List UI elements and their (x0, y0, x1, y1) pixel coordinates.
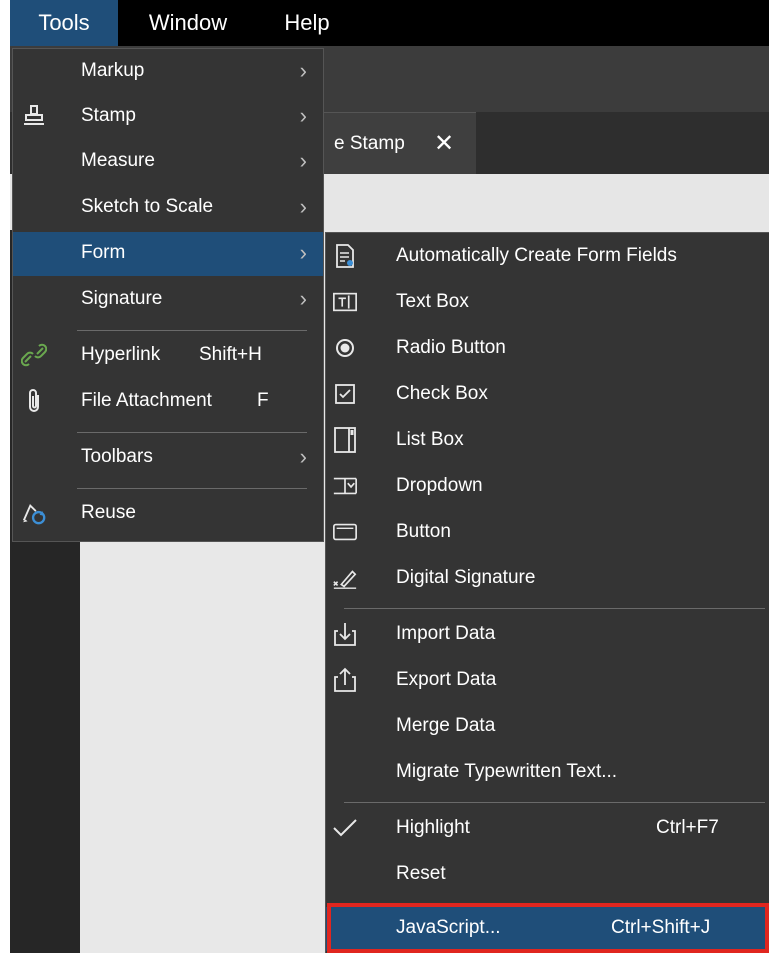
menu-item-label: Stamp (81, 105, 136, 126)
tools-item-signature[interactable]: Signature › (13, 278, 323, 322)
form-item-text-box[interactable]: Text Box (326, 281, 769, 325)
form-item-radio-button[interactable]: Radio Button (326, 327, 769, 371)
tools-menu: Markup › Stamp › Measure › Sketch to Sca… (12, 48, 324, 542)
chevron-right-icon: › (299, 194, 307, 219)
menu-item-label: Sketch to Scale (81, 196, 214, 217)
form-item-button[interactable]: Button (326, 511, 769, 555)
menu-item-label: Form (81, 242, 126, 263)
listbox-icon (332, 426, 358, 454)
menu-item-label: Toolbars (81, 446, 153, 467)
menu-item-label: Text Box (396, 291, 469, 312)
button-icon (332, 518, 358, 546)
tools-item-hyperlink[interactable]: Hyperlink Shift+H (13, 334, 323, 378)
menu-item-label: Import Data (396, 623, 496, 644)
menu-item-label: Reset (396, 863, 446, 884)
menu-divider (77, 330, 307, 331)
form-item-list-box[interactable]: List Box (326, 419, 769, 463)
menu-item-label: List Box (396, 429, 464, 450)
checkbox-icon (332, 380, 358, 408)
link-icon (21, 341, 47, 369)
menu-item-label: Check Box (396, 383, 488, 404)
tools-item-markup[interactable]: Markup › (13, 50, 323, 94)
menu-item-label: Merge Data (396, 715, 496, 736)
chevron-right-icon: › (299, 240, 307, 265)
tools-item-toolbars[interactable]: Toolbars › (13, 436, 323, 480)
chevron-right-icon: › (299, 148, 307, 173)
menu-item-label: Button (396, 521, 451, 542)
tools-item-form[interactable]: Form › (13, 232, 323, 276)
menu-tools[interactable]: Tools (10, 0, 118, 46)
menu-item-label: Export Data (396, 669, 497, 690)
menu-divider (77, 488, 307, 489)
tools-item-reuse[interactable]: Reuse (13, 492, 323, 536)
menu-bar: Tools Window Help (10, 0, 769, 46)
shortcut-label: Ctrl+F7 (656, 817, 719, 838)
menu-item-label: File Attachment (81, 390, 212, 411)
close-icon[interactable]: ✕ (434, 129, 454, 158)
menu-divider (77, 432, 307, 433)
export-icon (332, 666, 358, 694)
tab-label: e Stamp (334, 133, 405, 154)
signature-icon (332, 564, 358, 592)
tools-item-stamp[interactable]: Stamp › (13, 95, 323, 139)
form-submenu: Automatically Create Form Fields Text Bo… (325, 232, 769, 953)
menu-item-label: Signature (81, 288, 163, 309)
tools-item-measure[interactable]: Measure › (13, 140, 323, 184)
tools-item-file-attachment[interactable]: File Attachment F (13, 380, 323, 424)
form-item-auto-create[interactable]: Automatically Create Form Fields (326, 235, 769, 279)
textbox-icon (332, 288, 358, 316)
import-icon (332, 620, 358, 648)
form-item-highlight[interactable]: Highlight Ctrl+F7 (326, 807, 769, 851)
chevron-right-icon: › (299, 286, 307, 311)
menu-item-label: Reuse (81, 502, 136, 523)
chevron-right-icon: › (299, 444, 307, 469)
form-item-digital-signature[interactable]: Digital Signature (326, 557, 769, 601)
form-item-migrate-typewritten-text[interactable]: Migrate Typewritten Text... (326, 751, 769, 795)
menu-help[interactable]: Help (272, 0, 342, 46)
tab-stamp[interactable]: e Stamp ✕ (316, 112, 476, 175)
shortcut-label: Shift+H (199, 344, 262, 365)
menu-item-label: Migrate Typewritten Text... (396, 761, 618, 782)
dropdown-icon (332, 472, 358, 500)
menu-window[interactable]: Window (128, 0, 248, 46)
auto-form-icon (332, 242, 358, 270)
chevron-right-icon: › (299, 103, 307, 128)
menu-item-label: Markup (81, 60, 145, 81)
chevron-right-icon: › (299, 58, 307, 83)
reuse-icon (21, 499, 47, 527)
radio-icon (332, 334, 358, 362)
form-item-export-data[interactable]: Export Data (326, 659, 769, 703)
form-item-dropdown[interactable]: Dropdown (326, 465, 769, 509)
form-item-check-box[interactable]: Check Box (326, 373, 769, 417)
form-item-reset[interactable]: Reset (326, 853, 769, 897)
highlight-callout-box (327, 903, 769, 953)
menu-item-label: Hyperlink (81, 344, 161, 365)
menu-item-label: Automatically Create Form Fields (396, 245, 677, 266)
menu-item-label: Measure (81, 150, 155, 171)
tools-item-sketch-to-scale[interactable]: Sketch to Scale › (13, 186, 323, 230)
stamp-icon (21, 102, 47, 130)
menu-item-label: Highlight (396, 817, 470, 838)
menu-item-label: Radio Button (396, 337, 506, 358)
form-item-import-data[interactable]: Import Data (326, 613, 769, 657)
menu-divider (344, 608, 765, 609)
menu-item-label: Digital Signature (396, 567, 536, 588)
menu-item-label: Dropdown (396, 475, 483, 496)
shortcut-label: F (257, 390, 269, 411)
paperclip-icon (21, 387, 47, 415)
form-item-merge-data[interactable]: Merge Data (326, 705, 769, 749)
menu-divider (344, 802, 765, 803)
check-icon (332, 814, 358, 842)
